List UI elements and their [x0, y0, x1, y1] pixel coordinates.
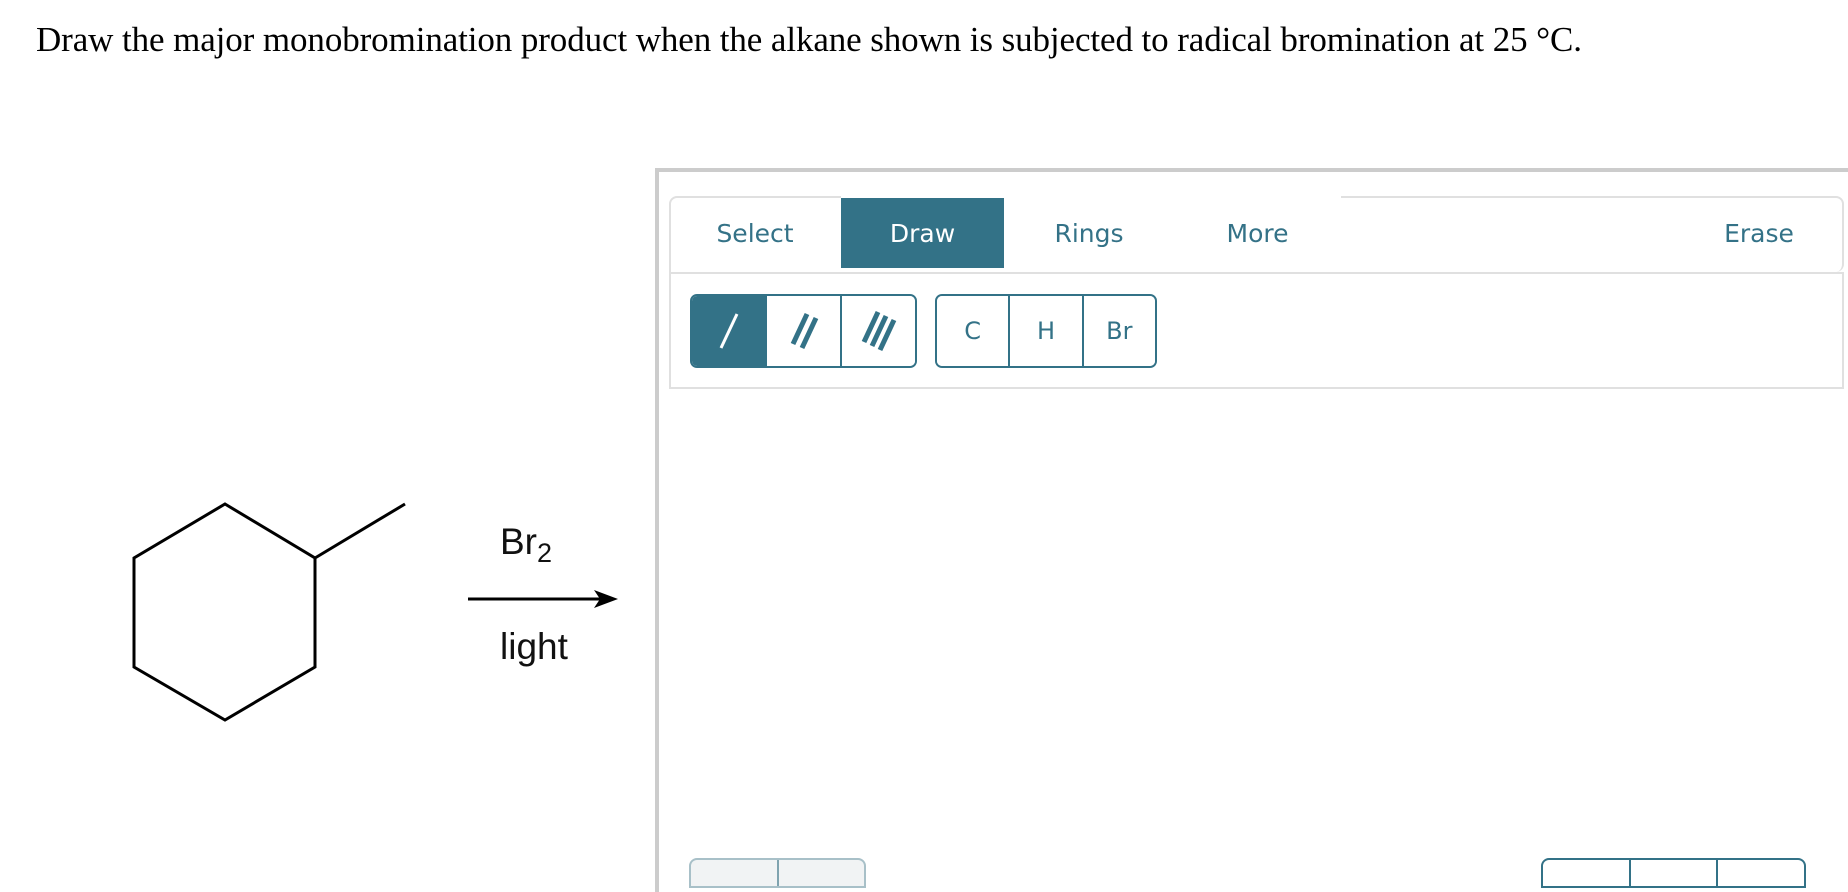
editor-tabbar: Select Draw Rings More Erase [669, 196, 1844, 272]
atom-hydrogen-button[interactable]: H [1008, 296, 1082, 366]
methyl-bond [314, 502, 406, 560]
reaction-arrow-icon [468, 590, 618, 608]
reaction-scheme [132, 502, 618, 722]
bottom-right-button-group [1541, 858, 1806, 888]
reagent-condition: light [500, 626, 568, 667]
single-bond-button[interactable] [692, 296, 765, 366]
cyclohexane-ring [132, 502, 317, 722]
reagent-symbol: Br [500, 521, 537, 562]
triple-bond-button[interactable] [840, 296, 915, 366]
double-bond-button[interactable] [765, 296, 840, 366]
tab-erase[interactable]: Erase [1689, 198, 1829, 268]
atom-tool-group: C H Br [935, 294, 1157, 368]
methylcyclohexane-structure [132, 502, 406, 722]
single-bond-icon [719, 313, 738, 349]
reagent-subscript: 2 [537, 538, 553, 568]
triple-bond-icon [861, 310, 896, 352]
tab-more[interactable]: More [1174, 198, 1341, 268]
bottom-left-button-group [689, 858, 866, 888]
reagent-bromine: Br2 [500, 521, 552, 569]
atom-bromine-button[interactable]: Br [1081, 296, 1155, 366]
tab-rings[interactable]: Rings [1004, 198, 1174, 268]
tab-select[interactable]: Select [669, 198, 841, 268]
tab-draw[interactable]: Draw [841, 198, 1004, 268]
bond-tool-group [690, 294, 917, 368]
atom-carbon-button[interactable]: C [937, 296, 1009, 366]
double-bond-icon [790, 312, 818, 350]
